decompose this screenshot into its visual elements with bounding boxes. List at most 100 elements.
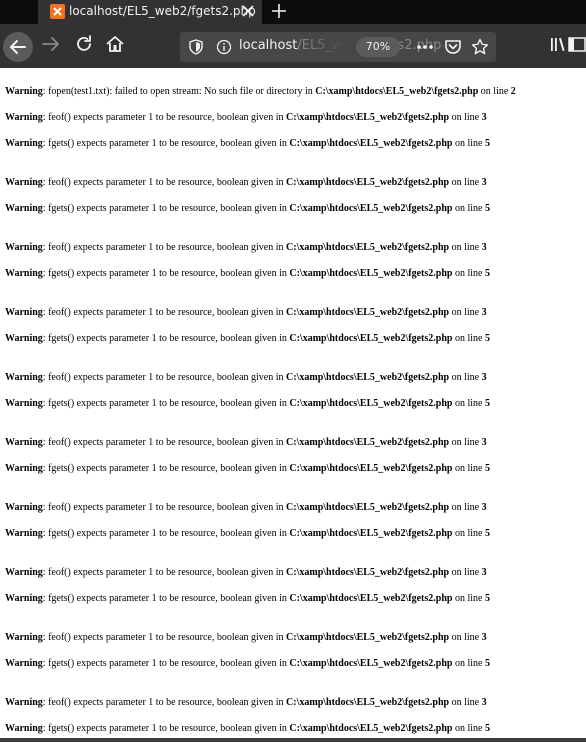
active-tab[interactable]: localhost/EL5_web2/fgets2.php	[38, 0, 262, 24]
reload-icon[interactable]	[74, 34, 98, 58]
php-warning-line: Warning: fgets() expects parameter 1 to …	[5, 658, 490, 670]
warning-label: Warning	[5, 242, 43, 253]
php-warning-line: Warning: feof() expects parameter 1 to b…	[5, 567, 487, 579]
warning-on-line-text: on line	[449, 307, 482, 318]
warning-label: Warning	[5, 398, 43, 409]
warning-label: Warning	[5, 86, 43, 97]
sidebar-icon[interactable]	[568, 34, 586, 58]
warning-message: : fgets() expects parameter 1 to be reso…	[42, 528, 290, 539]
warning-message: : fgets() expects parameter 1 to be reso…	[42, 203, 290, 214]
warning-line-number: 3	[481, 112, 487, 123]
warning-on-line-text: on line	[449, 372, 482, 383]
warning-on-line-text: on line	[449, 502, 482, 513]
warning-message: : feof() expects parameter 1 to be resou…	[42, 307, 287, 318]
warning-line-number: 5	[484, 398, 490, 409]
warning-line-number: 3	[481, 567, 487, 578]
pocket-icon[interactable]	[444, 38, 462, 60]
warning-on-line-text: on line	[452, 658, 485, 669]
warning-on-line-text: on line	[449, 632, 482, 643]
php-warning-line: Warning: fgets() expects parameter 1 to …	[5, 723, 490, 735]
warning-on-line-text: on line	[452, 593, 485, 604]
warning-message: : feof() expects parameter 1 to be resou…	[42, 502, 287, 513]
warning-file-path: C:\xamp\htdocs\EL5_web2\fgets2.php	[286, 697, 450, 708]
php-warning-line: Warning: fgets() expects parameter 1 to …	[5, 463, 490, 475]
warning-file-path: C:\xamp\htdocs\EL5_web2\fgets2.php	[289, 398, 453, 409]
tab-strip: localhost/EL5_web2/fgets2.php	[0, 0, 586, 24]
arrow-left-icon[interactable]	[3, 32, 33, 62]
warning-file-path: C:\xamp\htdocs\EL5_web2\fgets2.php	[286, 112, 450, 123]
warning-line-number: 3	[481, 632, 487, 643]
warning-message: : feof() expects parameter 1 to be resou…	[42, 567, 287, 578]
plus-icon[interactable]	[270, 2, 288, 20]
warning-label: Warning	[5, 463, 43, 474]
warning-file-path: C:\xamp\htdocs\EL5_web2\fgets2.php	[286, 372, 450, 383]
warning-line-number: 5	[484, 463, 490, 474]
warning-file-path: C:\xamp\htdocs\EL5_web2\fgets2.php	[289, 268, 453, 279]
php-warning-line: Warning: feof() expects parameter 1 to b…	[5, 177, 487, 189]
warning-on-line-text: on line	[452, 268, 485, 279]
warning-line-number: 5	[484, 593, 490, 604]
shield-icon[interactable]	[188, 39, 204, 59]
arrow-right-icon[interactable]	[41, 34, 65, 58]
warning-label: Warning	[5, 203, 43, 214]
php-warning-line: Warning: feof() expects parameter 1 to b…	[5, 437, 487, 449]
warning-line-number: 3	[481, 372, 487, 383]
warning-label: Warning	[5, 697, 43, 708]
url-bar[interactable]: localhost/EL5_web2/fgets2.php 70%	[180, 32, 496, 62]
php-warning-line: Warning: feof() expects parameter 1 to b…	[5, 242, 487, 254]
warning-on-line-text: on line	[449, 697, 482, 708]
warning-label: Warning	[5, 307, 43, 318]
warning-label: Warning	[5, 723, 43, 734]
warning-label: Warning	[5, 632, 43, 643]
php-warning-line: Warning: fopen(test1.txt): failed to ope…	[5, 86, 516, 98]
warning-file-path: C:\xamp\htdocs\EL5_web2\fgets2.php	[286, 437, 450, 448]
warning-file-path: C:\xamp\htdocs\EL5_web2\fgets2.php	[289, 658, 453, 669]
php-warning-line: Warning: feof() expects parameter 1 to b…	[5, 502, 487, 514]
warning-on-line-text: on line	[449, 437, 482, 448]
warning-message: : feof() expects parameter 1 to be resou…	[42, 242, 287, 253]
warning-message: : fgets() expects parameter 1 to be reso…	[42, 333, 290, 344]
warning-message: : feof() expects parameter 1 to be resou…	[42, 632, 287, 643]
home-icon[interactable]	[105, 34, 129, 58]
close-icon[interactable]	[239, 2, 257, 20]
warning-line-number: 5	[484, 138, 490, 149]
warning-on-line-text: on line	[449, 242, 482, 253]
warning-message: : feof() expects parameter 1 to be resou…	[42, 112, 287, 123]
warning-on-line-text: on line	[452, 528, 485, 539]
warning-file-path: C:\xamp\htdocs\EL5_web2\fgets2.php	[286, 177, 450, 188]
warning-message: : fgets() expects parameter 1 to be reso…	[42, 138, 290, 149]
warning-line-number: 5	[484, 333, 490, 344]
page-content: Warning: fopen(test1.txt): failed to ope…	[0, 68, 586, 742]
php-warning-line: Warning: feof() expects parameter 1 to b…	[5, 697, 487, 709]
php-warning-line: Warning: fgets() expects parameter 1 to …	[5, 138, 490, 150]
star-icon[interactable]	[471, 38, 489, 60]
warning-file-path: C:\xamp\htdocs\EL5_web2\fgets2.php	[289, 723, 453, 734]
info-icon[interactable]	[216, 39, 232, 59]
warning-label: Warning	[5, 567, 43, 578]
warning-file-path: C:\xamp\htdocs\EL5_web2\fgets2.php	[289, 593, 453, 604]
warning-on-line-text: on line	[452, 723, 485, 734]
warning-file-path: C:\xamp\htdocs\EL5_web2\fgets2.php	[286, 632, 450, 643]
warning-on-line-text: on line	[452, 203, 485, 214]
php-warning-line: Warning: feof() expects parameter 1 to b…	[5, 112, 487, 124]
warning-label: Warning	[5, 138, 43, 149]
warning-message: : fgets() expects parameter 1 to be reso…	[42, 658, 290, 669]
warning-label: Warning	[5, 177, 43, 188]
warning-message: : fgets() expects parameter 1 to be reso…	[42, 593, 290, 604]
warning-line-number: 5	[484, 723, 490, 734]
zoom-level-badge[interactable]: 70%	[356, 37, 400, 57]
warning-label: Warning	[5, 372, 43, 383]
warning-line-number: 3	[481, 242, 487, 253]
php-warning-line: Warning: feof() expects parameter 1 to b…	[5, 372, 487, 384]
warning-file-path: C:\xamp\htdocs\EL5_web2\fgets2.php	[286, 502, 450, 513]
warning-message: : feof() expects parameter 1 to be resou…	[42, 437, 287, 448]
warning-label: Warning	[5, 593, 43, 604]
warning-label: Warning	[5, 658, 43, 669]
more-icon[interactable]	[416, 38, 434, 60]
php-warning-line: Warning: fgets() expects parameter 1 to …	[5, 268, 490, 280]
warning-label: Warning	[5, 437, 43, 448]
url-fade	[300, 32, 360, 62]
warning-line-number: 5	[484, 268, 490, 279]
warning-message: : fopen(test1.txt): failed to open strea…	[42, 86, 316, 97]
warning-message: : fgets() expects parameter 1 to be reso…	[42, 723, 290, 734]
